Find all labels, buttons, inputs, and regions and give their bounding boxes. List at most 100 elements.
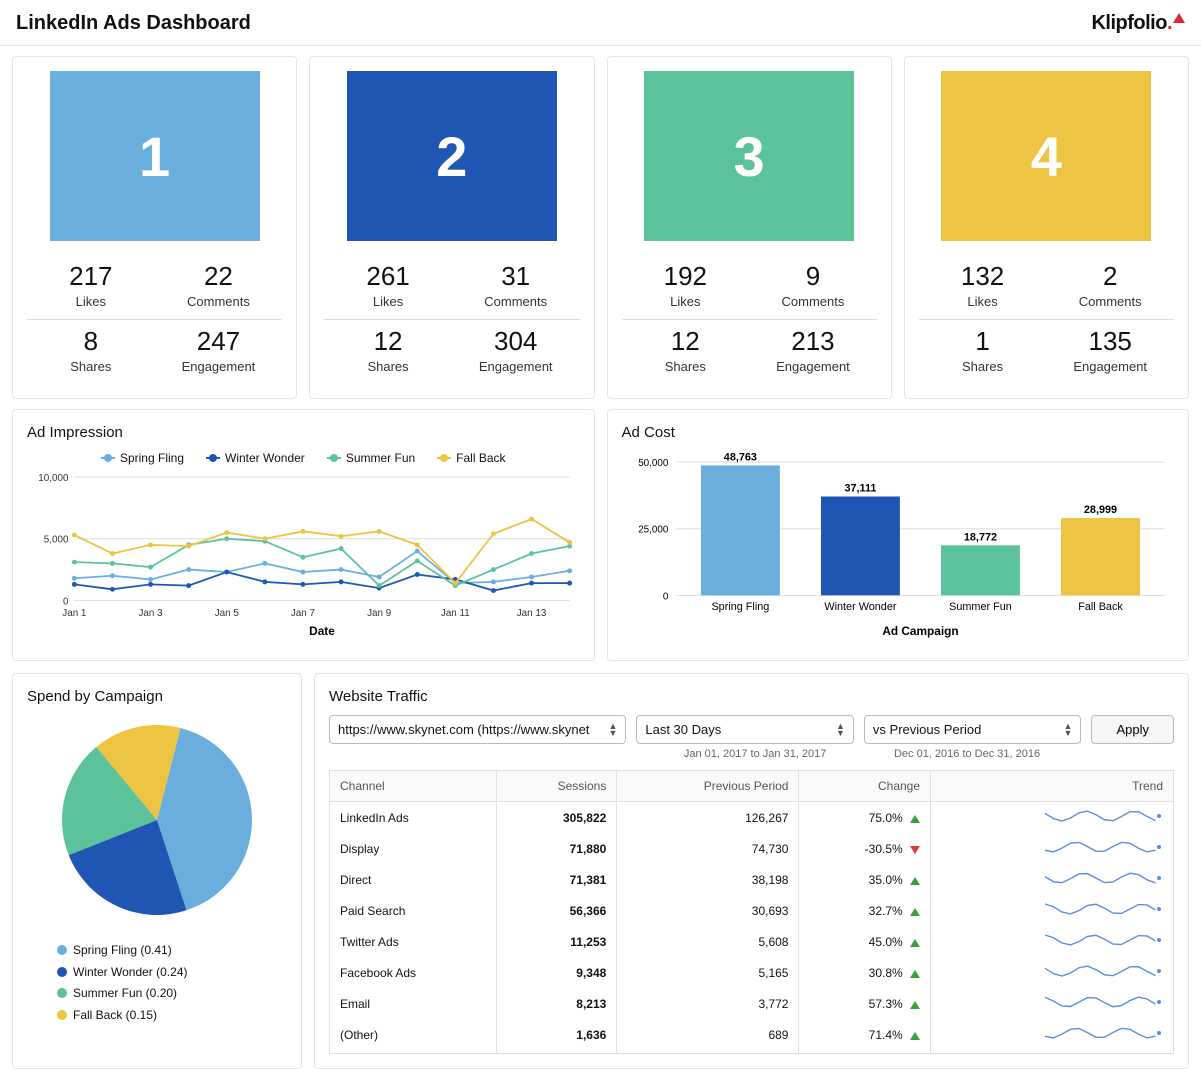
shares-metric: 8Shares (27, 326, 155, 374)
comments-metric: 2Comments (1046, 261, 1174, 309)
spend-title: Spend by Campaign (27, 688, 287, 705)
svg-text:5,000: 5,000 (44, 535, 69, 546)
apply-button[interactable]: Apply (1091, 715, 1174, 744)
traffic-title: Website Traffic (329, 688, 1174, 705)
legend-item: Fall Back (437, 451, 505, 465)
brand-text: Klipfolio (1091, 12, 1166, 34)
rank-card-1: 1217Likes22Comments8Shares247Engagement (12, 56, 297, 399)
rank-card-3: 3 192Likes9Comments 12Shares213Engagement (607, 56, 892, 399)
likes-metric: 132Likes (919, 261, 1047, 309)
svg-text:18,772: 18,772 (963, 531, 996, 543)
table-row: Email8,2133,77257.3% (330, 988, 1174, 1019)
site-select[interactable]: https://www.skynet.com (https://www.skyn… (329, 715, 626, 744)
engagement-metric: 304Engagement (452, 326, 580, 374)
up-icon (910, 970, 920, 978)
traffic-table: ChannelSessionsPrevious PeriodChangeTren… (329, 770, 1174, 1054)
ad-impression-card: Ad Impression Spring FlingWinter WonderS… (12, 409, 595, 661)
rank-card-2: 2261Likes31Comments12Shares304Engagement (309, 56, 594, 399)
header: LinkedIn Ads Dashboard Klipfolio. (0, 0, 1201, 46)
svg-text:0: 0 (662, 591, 668, 602)
pie-legend-item: Winter Wonder (0.24) (57, 962, 287, 984)
ad-cost-bar-chart: 025,00050,00048,763Spring Fling37,111Win… (622, 451, 1175, 641)
svg-text:Winter Wonder: Winter Wonder (824, 601, 897, 613)
rank-card-4: 4 132Likes2Comments 1Shares135Engagement (904, 56, 1189, 399)
engagement-metric: 135Engagement (1046, 326, 1174, 374)
up-icon (910, 1001, 920, 1009)
table-row: Twitter Ads11,2535,60845.0% (330, 926, 1174, 957)
shares-metric: 12Shares (622, 326, 750, 374)
spend-legend: Spring Fling (0.41)Winter Wonder (0.24)S… (27, 940, 287, 1026)
legend-item: Winter Wonder (206, 451, 305, 465)
brand-arrow-icon (1173, 13, 1185, 23)
likes-metric: 192Likes (622, 261, 750, 309)
engagement-metric: 213Engagement (749, 326, 877, 374)
spend-card: Spend by Campaign Spring Fling (0.41)Win… (12, 673, 302, 1069)
svg-text:28,999: 28,999 (1083, 504, 1116, 516)
svg-text:Jan 7: Jan 7 (291, 608, 315, 619)
sparkline (1043, 962, 1163, 980)
svg-text:Jan 13: Jan 13 (517, 608, 547, 619)
sparkline (1043, 838, 1163, 856)
updown-icon: ▲▼ (836, 723, 845, 737)
svg-text:10,000: 10,000 (38, 473, 69, 484)
col-trend: Trend (931, 771, 1174, 802)
col-previous-period: Previous Period (617, 771, 799, 802)
engagement-metric: 247Engagement (155, 326, 283, 374)
comments-metric: 31Comments (452, 261, 580, 309)
compare-select[interactable]: vs Previous Period ▲▼ (864, 715, 1082, 744)
svg-text:48,763: 48,763 (723, 452, 756, 464)
sparkline (1043, 993, 1163, 1011)
col-channel: Channel (330, 771, 497, 802)
brand-logo: Klipfolio. (1091, 12, 1185, 35)
impression-legend: Spring Fling Winter Wonder Summer Fun Fall … (27, 451, 580, 465)
compare-select-value: vs Previous Period (873, 722, 981, 737)
rank-tile: 4 (941, 71, 1151, 241)
up-icon (910, 939, 920, 947)
svg-text:0: 0 (63, 596, 69, 607)
svg-text:Jan 5: Jan 5 (215, 608, 240, 619)
table-row: LinkedIn Ads305,822126,26775.0% (330, 802, 1174, 834)
range-select[interactable]: Last 30 Days ▲▼ (636, 715, 854, 744)
updown-icon: ▲▼ (1064, 723, 1073, 737)
down-icon (910, 846, 920, 854)
col-change: Change (799, 771, 931, 802)
col-sessions: Sessions (497, 771, 617, 802)
ad-cost-card: Ad Cost 025,00050,00048,763Spring Fling3… (607, 409, 1190, 661)
page-title: LinkedIn Ads Dashboard (16, 12, 251, 35)
svg-text:25,000: 25,000 (638, 525, 669, 536)
sparkline (1043, 807, 1163, 825)
svg-text:Fall Back: Fall Back (1078, 601, 1123, 613)
top-tiles-row: 1217Likes22Comments8Shares247Engagement2… (0, 46, 1201, 409)
up-icon (910, 815, 920, 823)
svg-text:Ad Campaign: Ad Campaign (882, 624, 958, 638)
svg-text:Summer Fun: Summer Fun (949, 601, 1012, 613)
table-row: Direct71,38138,19835.0% (330, 864, 1174, 895)
comments-metric: 9Comments (749, 261, 877, 309)
svg-text:Jan 3: Jan 3 (138, 608, 163, 619)
site-select-value: https://www.skynet.com (https://www.skyn… (338, 722, 589, 737)
comments-metric: 22Comments (155, 261, 283, 309)
ad-cost-title: Ad Cost (622, 424, 1175, 441)
table-row: Display71,88074,730-30.5% (330, 833, 1174, 864)
rank-tile: 3 (644, 71, 854, 241)
pie-legend-item: Spring Fling (0.41) (57, 940, 287, 962)
sparkline (1043, 869, 1163, 887)
legend-item: Summer Fun (327, 451, 415, 465)
range-select-value: Last 30 Days (645, 722, 721, 737)
sparkline (1043, 900, 1163, 918)
range-date-hint: Jan 01, 2017 to Jan 31, 2017 (684, 748, 884, 760)
legend-item: Spring Fling (101, 451, 184, 465)
compare-date-hint: Dec 01, 2016 to Dec 31, 2016 (894, 748, 1094, 760)
ad-impression-title: Ad Impression (27, 424, 580, 441)
rank-tile: 1 (50, 71, 260, 241)
svg-text:50,000: 50,000 (638, 458, 669, 469)
svg-text:Jan 1: Jan 1 (62, 608, 86, 619)
shares-metric: 1Shares (919, 326, 1047, 374)
up-icon (910, 877, 920, 885)
pie-legend-item: Summer Fun (0.20) (57, 983, 287, 1005)
spend-pie-chart (27, 715, 287, 925)
svg-text:37,111: 37,111 (844, 483, 876, 495)
up-icon (910, 908, 920, 916)
table-row: Paid Search56,36630,69332.7% (330, 895, 1174, 926)
pie-legend-item: Fall Back (0.15) (57, 1005, 287, 1027)
